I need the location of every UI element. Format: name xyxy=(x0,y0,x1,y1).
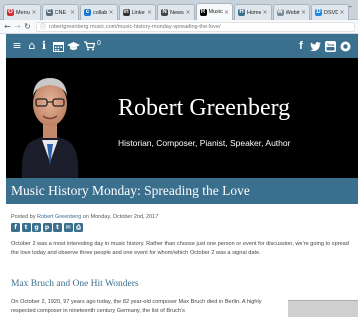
url-text: robertgreenberg music.com/music-history-… xyxy=(49,23,221,30)
tab-close-icon[interactable]: × xyxy=(147,9,152,16)
post-title-band: Music History Monday: Spreading the Love xyxy=(6,178,358,204)
graduation-cap-icon[interactable] xyxy=(66,39,80,53)
browser-tab[interactable]: ccollabor× xyxy=(80,4,118,20)
browser-tab[interactable]: D DSVD × xyxy=(311,4,349,20)
hero-banner: Robert Greenberg Historian, Composer, Pi… xyxy=(6,58,358,178)
site-author-name[interactable]: Robert Greenberg xyxy=(118,95,290,122)
max-bruch-image xyxy=(288,300,358,317)
tab-close-icon[interactable]: × xyxy=(108,9,113,16)
social-icon[interactable] xyxy=(339,39,351,53)
info-icon[interactable]: ℹ xyxy=(40,39,48,53)
email-share-icon[interactable]: ✉ xyxy=(63,223,73,232)
tab-favicon-icon: H xyxy=(238,9,245,16)
tab-title: Home xyxy=(247,9,262,16)
tab-title: Music H xyxy=(208,9,223,15)
tab-favicon-icon: c xyxy=(84,9,91,16)
tab-favicon-icon: R xyxy=(199,8,207,16)
tab-close-icon[interactable]: × xyxy=(31,9,36,16)
twitter-share-icon[interactable]: t xyxy=(21,223,31,232)
forward-arrow-icon[interactable]: → xyxy=(13,21,22,33)
author-portrait xyxy=(21,78,79,178)
tab-title: DSVD xyxy=(324,9,339,16)
browser-tab[interactable]: C CNE × xyxy=(41,4,79,20)
browser-tab[interactable]: H Home × xyxy=(234,4,272,20)
site-tagline: Historian, Composer, Pianist, Speaker, A… xyxy=(118,138,291,148)
site-navigation-bar: ≡ ⌂ ℹ 0 f You xyxy=(6,34,358,58)
tab-favicon-icon: O xyxy=(7,9,14,16)
reload-icon[interactable]: ↻ xyxy=(23,21,32,33)
google-plus-share-icon[interactable]: g xyxy=(32,223,41,232)
section-heading: Max Bruch and One Hit Wonders xyxy=(11,279,139,289)
tab-close-icon[interactable]: × xyxy=(262,9,267,16)
post-meta: Posted by Robert Greenberg on Monday, Oc… xyxy=(11,214,158,220)
browser-tab[interactable]: W Webin × xyxy=(272,4,310,20)
browser-tab[interactable]: O Menu × xyxy=(3,4,41,20)
post-meta-prefix: Posted by xyxy=(11,214,37,220)
tumblr-share-icon[interactable]: t xyxy=(53,223,62,232)
tab-title: Linke xyxy=(131,9,145,16)
tab-favicon-icon: N xyxy=(161,9,168,16)
tab-close-icon[interactable]: × xyxy=(224,9,229,16)
browser-tab[interactable]: RMusic H× xyxy=(195,3,233,20)
post-body-text: On October 2, 1920, 97 years ago today, … xyxy=(11,299,262,314)
tab-title: Menu xyxy=(16,9,30,16)
facebook-icon[interactable]: f xyxy=(296,39,306,53)
twitter-icon[interactable] xyxy=(309,39,321,53)
facebook-share-icon[interactable]: f xyxy=(11,223,20,232)
browser-tab[interactable]: N News × xyxy=(157,4,195,20)
menu-icon[interactable]: ≡ xyxy=(11,39,23,53)
tab-close-icon[interactable]: × xyxy=(70,9,75,16)
pinterest-share-icon[interactable]: p xyxy=(42,223,52,232)
tab-close-icon[interactable]: × xyxy=(339,9,344,16)
browser-toolbar: ← → ↻ ⓘ robertgreenberg music.com/music-… xyxy=(0,20,358,34)
browser-tab-strip: — OMenu×CCNE×ccollabor×inLinke×NNews×RMu… xyxy=(0,0,358,20)
tab-close-icon[interactable]: × xyxy=(301,9,306,16)
tab-title: collabor xyxy=(93,9,108,16)
tab-favicon-icon: C xyxy=(45,9,53,16)
share-buttons: f t g p t ✉ ⎙ xyxy=(11,223,83,232)
print-icon[interactable]: ⎙ xyxy=(74,223,83,232)
tab-favicon-icon: W xyxy=(276,9,284,16)
author-link[interactable]: Robert Greenberg xyxy=(37,214,81,220)
cart-icon[interactable] xyxy=(83,39,95,53)
back-arrow-icon[interactable]: ← xyxy=(3,21,12,33)
youtube-icon[interactable]: You xyxy=(324,39,336,53)
tab-title: CNE xyxy=(54,9,67,16)
post-date: on Monday, October 2nd, 2017 xyxy=(81,214,159,220)
site-info-icon[interactable]: ⓘ xyxy=(40,22,46,31)
browser-tab[interactable]: in Linke × xyxy=(118,4,156,20)
tab-favicon-icon: D xyxy=(315,9,322,16)
home-icon[interactable]: ⌂ xyxy=(26,39,38,53)
tab-favicon-icon: in xyxy=(122,9,130,16)
address-bar[interactable]: ⓘ robertgreenberg music.com/music-histor… xyxy=(36,21,355,32)
tab-title: News xyxy=(170,9,184,16)
svg-text:You: You xyxy=(326,42,334,47)
tab-title: Webin xyxy=(285,9,300,16)
cart-count: 0 xyxy=(97,40,101,47)
post-intro: October 2 was a most interesting day in … xyxy=(11,241,349,256)
page-title: Music History Monday: Spreading the Love xyxy=(11,183,250,198)
calendar-icon[interactable] xyxy=(52,39,64,53)
tab-close-icon[interactable]: × xyxy=(185,9,190,16)
